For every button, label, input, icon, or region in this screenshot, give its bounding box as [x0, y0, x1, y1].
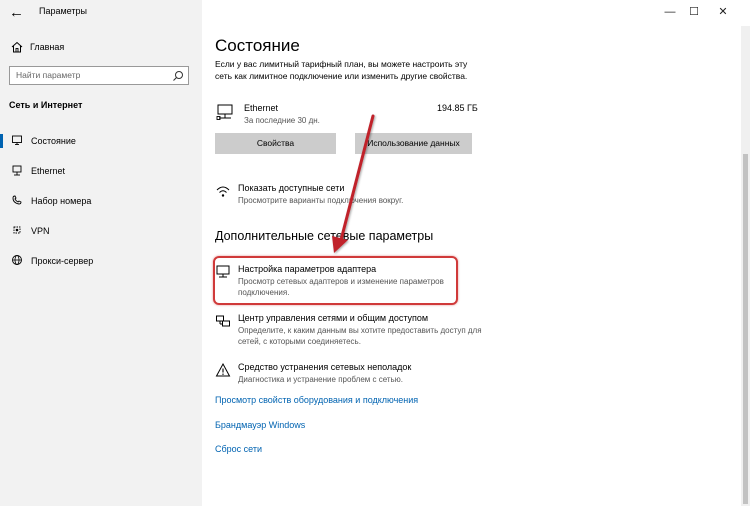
window-title: Параметры: [39, 6, 87, 16]
vpn-icon: [13, 226, 21, 234]
sidebar-item-label: Состояние: [31, 136, 76, 146]
home-icon: [11, 41, 23, 53]
nav-home-label: Главная: [30, 42, 65, 52]
globe-icon: [12, 255, 22, 265]
sidebar-item-dialup[interactable]: Набор номера: [0, 189, 202, 213]
network-sharing-icon: [216, 315, 230, 327]
firewall-link[interactable]: Брандмауэр Windows: [215, 420, 305, 430]
back-arrow-icon[interactable]: ←: [9, 4, 27, 22]
warning-icon: [215, 362, 231, 377]
connection-usage: 194.85 ГБ: [437, 103, 478, 113]
sidebar-item-status[interactable]: Состояние: [0, 129, 202, 153]
ethernet-icon: [12, 165, 22, 176]
sidebar-item-proxy[interactable]: Прокси-сервер: [0, 249, 202, 273]
search-box[interactable]: [9, 66, 189, 85]
sharing-center-title: Центр управления сетями и общим доступом: [238, 313, 429, 323]
sidebar-section-heading: Сеть и Интернет: [9, 100, 83, 110]
hardware-properties-link[interactable]: Просмотр свойств оборудования и подключе…: [215, 395, 418, 405]
data-usage-button[interactable]: Использование данных: [355, 133, 472, 154]
intro-text: Если у вас лимитный тарифный план, вы мо…: [215, 59, 468, 81]
search-icon[interactable]: [172, 70, 184, 82]
sidebar-item-label: VPN: [31, 226, 50, 236]
search-input[interactable]: [16, 70, 166, 80]
sidebar-item-label: Ethernet: [31, 166, 66, 176]
connection-name: Ethernet: [244, 103, 279, 113]
dialup-icon: [12, 195, 22, 205]
advanced-heading: Дополнительные сетевые параметры: [215, 229, 434, 243]
sidebar-item-label: Набор номера: [31, 196, 92, 206]
status-icon: [12, 135, 22, 145]
troubleshooter-subtitle: Диагностика и устранение проблем с сетью…: [238, 375, 403, 384]
selected-indicator: [0, 134, 3, 148]
main-content: Состояние Если у вас лимитный тарифный п…: [202, 0, 750, 506]
connection-period: За последние 30 дн.: [244, 116, 320, 125]
scrollbar-thumb[interactable]: [743, 154, 748, 504]
ethernet-connection-icon: [216, 104, 233, 120]
wifi-icon: [216, 186, 230, 197]
scrollbar[interactable]: [741, 26, 750, 506]
annotation-highlight-box: [213, 256, 458, 305]
troubleshooter-title: Средство устранения сетевых неполадок: [238, 362, 412, 372]
network-reset-link[interactable]: Сброс сети: [215, 444, 262, 454]
sidebar-item-ethernet[interactable]: Ethernet: [0, 159, 202, 183]
sidebar-item-vpn[interactable]: VPN: [0, 219, 202, 243]
sidebar-item-label: Прокси-сервер: [31, 256, 94, 266]
show-networks-title: Показать доступные сети: [238, 183, 345, 193]
page-title: Состояние: [215, 36, 300, 55]
sharing-center-subtitle: Определите, к каким данным вы хотите пре…: [238, 326, 482, 346]
sidebar: Главная Сеть и Интернет Состояние Ethern…: [0, 0, 202, 506]
properties-button[interactable]: Свойства: [215, 133, 336, 154]
show-networks-subtitle: Просмотрите варианты подключения вокруг.: [238, 196, 404, 205]
